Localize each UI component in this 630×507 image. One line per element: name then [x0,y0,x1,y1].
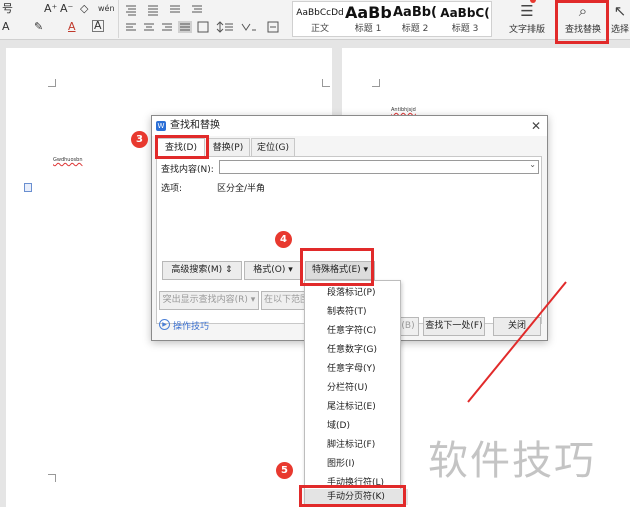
chevron-down-icon[interactable]: ⌄ [529,160,536,169]
crop-mark [48,474,56,482]
menu-item-any-char[interactable]: 任意字符(C) [327,323,376,336]
select-button[interactable]: ↖ 选择 [608,0,630,38]
document-icon [24,183,32,192]
arrow-annotation [467,281,567,403]
paragraph-tools-icon[interactable] [122,2,288,36]
menu-item-field[interactable]: 域(D) [327,418,350,431]
crop-mark [48,79,56,87]
options-value: 区分全/半角 [217,184,266,194]
phonetic-guide-button[interactable]: wén [98,2,115,16]
close-icon[interactable]: ✕ [531,116,541,136]
tab-goto[interactable]: 定位(G) [251,138,295,156]
options-label: 选项: [161,184,183,194]
step-marker-3: 3 [131,131,148,148]
char-border-button[interactable]: A [92,20,104,32]
style-normal[interactable]: AaBbCcDd 正文 [295,2,345,36]
tips-icon: ▶ [159,319,170,330]
menu-item-tab[interactable]: 制表符(T) [327,304,367,317]
style-heading-1[interactable]: AaBb 标题 1 [345,2,391,36]
crop-mark [372,79,380,87]
highlight-box-page-break [299,485,406,507]
menu-item-footnote-mark[interactable]: 脚注标记(F) [327,437,375,450]
text-effect-button[interactable]: A [2,20,10,34]
step-marker-5: 5 [276,462,293,479]
styles-gallery[interactable]: AaBbCcDd 正文 AaBb 标题 1 AaBb( 标题 2 AaBbC( … [292,1,492,37]
shrink-font-button[interactable]: A⁻ [60,2,73,16]
font-size-dropdown[interactable]: 号 [2,2,13,16]
highlight-box-find-replace [555,0,609,44]
grow-font-button[interactable]: A⁺ [44,2,57,16]
find-in-button[interactable]: 在以下范围 [261,291,309,310]
menu-item-column-break[interactable]: 分栏符(U) [327,380,368,393]
find-input[interactable]: ⌄ [219,160,539,174]
font-color-button[interactable]: A [68,20,76,34]
text-layout-icon: ☰ [520,2,534,20]
menu-item-endnote-mark[interactable]: 尾注标记(E) [327,399,376,412]
dialog-title: 查找和替换 [170,120,220,131]
style-heading-2[interactable]: AaBb( 标题 2 [391,2,439,36]
highlight-box-find-tab [155,135,209,159]
special-format-menu: 段落标记(P) 制表符(T) 任意字符(C) 任意数字(G) 任意字母(Y) 分… [304,280,408,507]
wps-logo-icon: W [156,121,166,131]
format-button[interactable]: 格式(O) ▾ [244,261,302,280]
menu-item-paragraph-mark[interactable]: 段落标记(P) [327,285,375,298]
menu-item-graphic[interactable]: 图形(I) [327,456,355,469]
ribbon-divider [118,0,119,38]
page-text-left: Gwdhuosbn [53,157,83,163]
menu-item-any-digit[interactable]: 任意数字(G) [327,342,377,355]
highlight-all-button[interactable]: 突出显示查找内容(R) ▾ [159,291,259,310]
crop-mark [322,79,330,87]
watermark: 软件技巧 [428,438,596,484]
ribbon-toolbar: 号 A⁺ A⁻ ◇ wén A ✎ A A AaBbCcDd 正文 AaBb 标… [0,0,630,40]
find-label: 查找内容(N): [161,165,214,175]
text-layout-button[interactable]: ☰ 文字排版 [504,0,550,38]
tips-link[interactable]: 操作技巧 [173,319,209,332]
style-heading-3[interactable]: AaBbC( 标题 3 [439,2,491,36]
menu-item-any-letter[interactable]: 任意字母(Y) [327,361,376,374]
step-marker-4: 4 [275,231,292,248]
clear-format-icon[interactable]: ◇ [80,2,88,16]
dialog-titlebar[interactable]: W 查找和替换 ✕ [152,116,547,136]
highlight-box-special-format [300,248,374,286]
highlight-pen-icon[interactable]: ✎ [34,20,43,34]
page-text-right: Antibhjsjd [391,107,416,113]
tab-replace[interactable]: 替换(P) [206,138,250,156]
cursor-icon: ↖ [613,2,627,20]
advanced-search-button[interactable]: 高级搜索(M) ⇕ [162,261,242,280]
